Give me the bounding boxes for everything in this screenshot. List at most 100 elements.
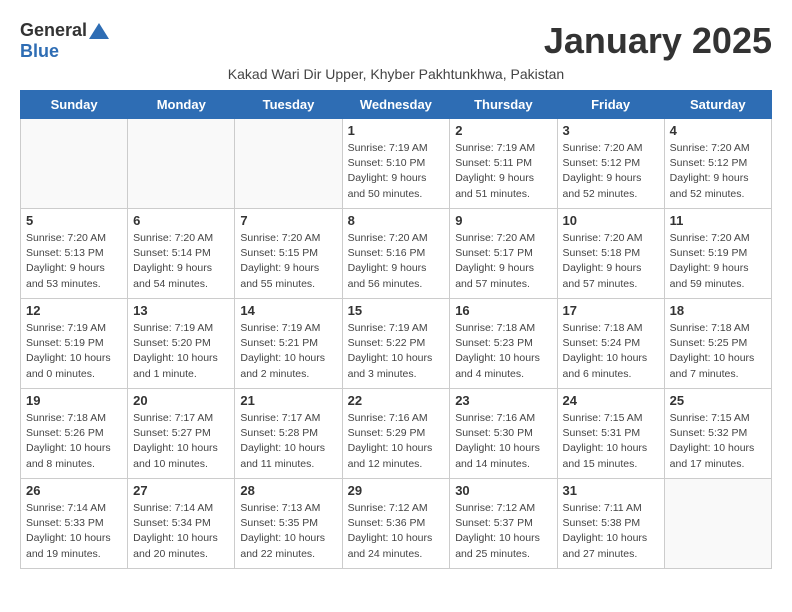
- day-info: Sunrise: 7:18 AM Sunset: 5:25 PM Dayligh…: [670, 321, 766, 382]
- day-number: 26: [26, 483, 122, 498]
- calendar-cell: [128, 119, 235, 209]
- calendar-cell: 13 Sunrise: 7:19 AM Sunset: 5:20 PM Dayli…: [128, 299, 235, 389]
- calendar-cell: 31 Sunrise: 7:11 AM Sunset: 5:38 PM Dayli…: [557, 479, 664, 569]
- calendar-cell: 16 Sunrise: 7:18 AM Sunset: 5:23 PM Dayli…: [450, 299, 557, 389]
- col-header-wednesday: Wednesday: [342, 91, 450, 119]
- calendar-cell: 20 Sunrise: 7:17 AM Sunset: 5:27 PM Dayli…: [128, 389, 235, 479]
- day-number: 15: [348, 303, 445, 318]
- day-info: Sunrise: 7:19 AM Sunset: 5:20 PM Dayligh…: [133, 321, 229, 382]
- day-info: Sunrise: 7:18 AM Sunset: 5:23 PM Dayligh…: [455, 321, 551, 382]
- day-number: 16: [455, 303, 551, 318]
- day-number: 2: [455, 123, 551, 138]
- day-number: 10: [563, 213, 659, 228]
- calendar-cell: 18 Sunrise: 7:18 AM Sunset: 5:25 PM Dayli…: [664, 299, 771, 389]
- calendar-cell: 26 Sunrise: 7:14 AM Sunset: 5:33 PM Dayli…: [21, 479, 128, 569]
- calendar-cell: 21 Sunrise: 7:17 AM Sunset: 5:28 PM Dayli…: [235, 389, 342, 479]
- calendar-cell: 8 Sunrise: 7:20 AM Sunset: 5:16 PM Daylig…: [342, 209, 450, 299]
- day-info: Sunrise: 7:12 AM Sunset: 5:37 PM Dayligh…: [455, 501, 551, 562]
- calendar-cell: 11 Sunrise: 7:20 AM Sunset: 5:19 PM Dayli…: [664, 209, 771, 299]
- col-header-sunday: Sunday: [21, 91, 128, 119]
- calendar-cell: 29Sunrise: 7:12 AM Sunset: 5:36 PM Dayli…: [342, 479, 450, 569]
- day-number: 12: [26, 303, 122, 318]
- day-info: Sunrise: 7:16 AM Sunset: 5:29 PM Dayligh…: [348, 411, 445, 472]
- calendar-cell: 25 Sunrise: 7:15 AM Sunset: 5:32 PM Dayli…: [664, 389, 771, 479]
- col-header-tuesday: Tuesday: [235, 91, 342, 119]
- day-number: 18: [670, 303, 766, 318]
- calendar-cell: [664, 479, 771, 569]
- week-row-4: 19 Sunrise: 7:18 AM Sunset: 5:26 PM Dayli…: [21, 389, 772, 479]
- day-number: 8: [348, 213, 445, 228]
- day-info: Sunrise: 7:19 AM Sunset: 5:19 PM Dayligh…: [26, 321, 122, 382]
- day-info: Sunrise: 7:17 AM Sunset: 5:27 PM Dayligh…: [133, 411, 229, 472]
- day-number: 7: [240, 213, 336, 228]
- day-info: Sunrise: 7:20 AM Sunset: 5:18 PM Dayligh…: [563, 231, 659, 292]
- day-info: Sunrise: 7:15 AM Sunset: 5:31 PM Dayligh…: [563, 411, 659, 472]
- day-number: 20: [133, 393, 229, 408]
- day-info: Sunrise: 7:14 AM Sunset: 5:34 PM Dayligh…: [133, 501, 229, 562]
- day-info: Sunrise: 7:20 AM Sunset: 5:16 PM Dayligh…: [348, 231, 445, 292]
- col-header-saturday: Saturday: [664, 91, 771, 119]
- calendar-cell: 14Sunrise: 7:19 AM Sunset: 5:21 PM Dayli…: [235, 299, 342, 389]
- calendar-cell: 27 Sunrise: 7:14 AM Sunset: 5:34 PM Dayli…: [128, 479, 235, 569]
- day-number: 27: [133, 483, 229, 498]
- day-number: 17: [563, 303, 659, 318]
- day-number: 9: [455, 213, 551, 228]
- day-number: 24: [563, 393, 659, 408]
- day-info: Sunrise: 7:19 AM Sunset: 5:10 PM Dayligh…: [348, 141, 445, 202]
- day-number: 31: [563, 483, 659, 498]
- day-info: Sunrise: 7:20 AM Sunset: 5:12 PM Dayligh…: [670, 141, 766, 202]
- day-info: Sunrise: 7:11 AM Sunset: 5:38 PM Dayligh…: [563, 501, 659, 562]
- day-number: 21: [240, 393, 336, 408]
- day-info: Sunrise: 7:18 AM Sunset: 5:26 PM Dayligh…: [26, 411, 122, 472]
- calendar-cell: 19 Sunrise: 7:18 AM Sunset: 5:26 PM Dayli…: [21, 389, 128, 479]
- calendar-cell: 2 Sunrise: 7:19 AM Sunset: 5:11 PM Daylig…: [450, 119, 557, 209]
- day-info: Sunrise: 7:17 AM Sunset: 5:28 PM Dayligh…: [240, 411, 336, 472]
- day-number: 13: [133, 303, 229, 318]
- logo-general: General: [20, 20, 87, 41]
- calendar-cell: 3Sunrise: 7:20 AM Sunset: 5:12 PM Daylig…: [557, 119, 664, 209]
- day-number: 4: [670, 123, 766, 138]
- day-info: Sunrise: 7:20 AM Sunset: 5:12 PM Dayligh…: [563, 141, 659, 202]
- calendar-cell: [235, 119, 342, 209]
- week-row-5: 26 Sunrise: 7:14 AM Sunset: 5:33 PM Dayli…: [21, 479, 772, 569]
- day-info: Sunrise: 7:20 AM Sunset: 5:17 PM Dayligh…: [455, 231, 551, 292]
- calendar-cell: 24 Sunrise: 7:15 AM Sunset: 5:31 PM Dayli…: [557, 389, 664, 479]
- day-number: 22: [348, 393, 445, 408]
- day-info: Sunrise: 7:20 AM Sunset: 5:19 PM Dayligh…: [670, 231, 766, 292]
- calendar-cell: 5Sunrise: 7:20 AM Sunset: 5:13 PM Daylig…: [21, 209, 128, 299]
- day-number: 1: [348, 123, 445, 138]
- day-info: Sunrise: 7:19 AM Sunset: 5:11 PM Dayligh…: [455, 141, 551, 202]
- day-number: 23: [455, 393, 551, 408]
- col-header-friday: Friday: [557, 91, 664, 119]
- calendar-cell: 15 Sunrise: 7:19 AM Sunset: 5:22 PM Dayli…: [342, 299, 450, 389]
- calendar-cell: 23 Sunrise: 7:16 AM Sunset: 5:30 PM Dayli…: [450, 389, 557, 479]
- calendar-cell: 17 Sunrise: 7:18 AM Sunset: 5:24 PM Dayli…: [557, 299, 664, 389]
- month-title: January 2025: [544, 20, 772, 62]
- day-info: Sunrise: 7:15 AM Sunset: 5:32 PM Dayligh…: [670, 411, 766, 472]
- week-row-3: 12 Sunrise: 7:19 AM Sunset: 5:19 PM Dayli…: [21, 299, 772, 389]
- day-number: 6: [133, 213, 229, 228]
- logo-icon: [89, 23, 109, 39]
- day-info: Sunrise: 7:19 AM Sunset: 5:22 PM Dayligh…: [348, 321, 445, 382]
- calendar-cell: 28 Sunrise: 7:13 AM Sunset: 5:35 PM Dayli…: [235, 479, 342, 569]
- day-number: 25: [670, 393, 766, 408]
- day-info: Sunrise: 7:19 AM Sunset: 5:21 PM Dayligh…: [240, 321, 336, 382]
- day-info: Sunrise: 7:16 AM Sunset: 5:30 PM Dayligh…: [455, 411, 551, 472]
- calendar-cell: 12 Sunrise: 7:19 AM Sunset: 5:19 PM Dayli…: [21, 299, 128, 389]
- day-info: Sunrise: 7:20 AM Sunset: 5:14 PM Dayligh…: [133, 231, 229, 292]
- location-subtitle: Kakad Wari Dir Upper, Khyber Pakhtunkhwa…: [20, 66, 772, 82]
- day-number: 30: [455, 483, 551, 498]
- day-info: Sunrise: 7:20 AM Sunset: 5:13 PM Dayligh…: [26, 231, 122, 292]
- day-info: Sunrise: 7:20 AM Sunset: 5:15 PM Dayligh…: [240, 231, 336, 292]
- calendar-cell: 10 Sunrise: 7:20 AM Sunset: 5:18 PM Dayli…: [557, 209, 664, 299]
- calendar-cell: 7 Sunrise: 7:20 AM Sunset: 5:15 PM Daylig…: [235, 209, 342, 299]
- day-number: 19: [26, 393, 122, 408]
- day-info: Sunrise: 7:18 AM Sunset: 5:24 PM Dayligh…: [563, 321, 659, 382]
- day-number: 28: [240, 483, 336, 498]
- calendar-cell: 6 Sunrise: 7:20 AM Sunset: 5:14 PM Daylig…: [128, 209, 235, 299]
- col-header-monday: Monday: [128, 91, 235, 119]
- day-info: Sunrise: 7:13 AM Sunset: 5:35 PM Dayligh…: [240, 501, 336, 562]
- calendar-cell: 9 Sunrise: 7:20 AM Sunset: 5:17 PM Daylig…: [450, 209, 557, 299]
- day-info: Sunrise: 7:14 AM Sunset: 5:33 PM Dayligh…: [26, 501, 122, 562]
- day-number: 11: [670, 213, 766, 228]
